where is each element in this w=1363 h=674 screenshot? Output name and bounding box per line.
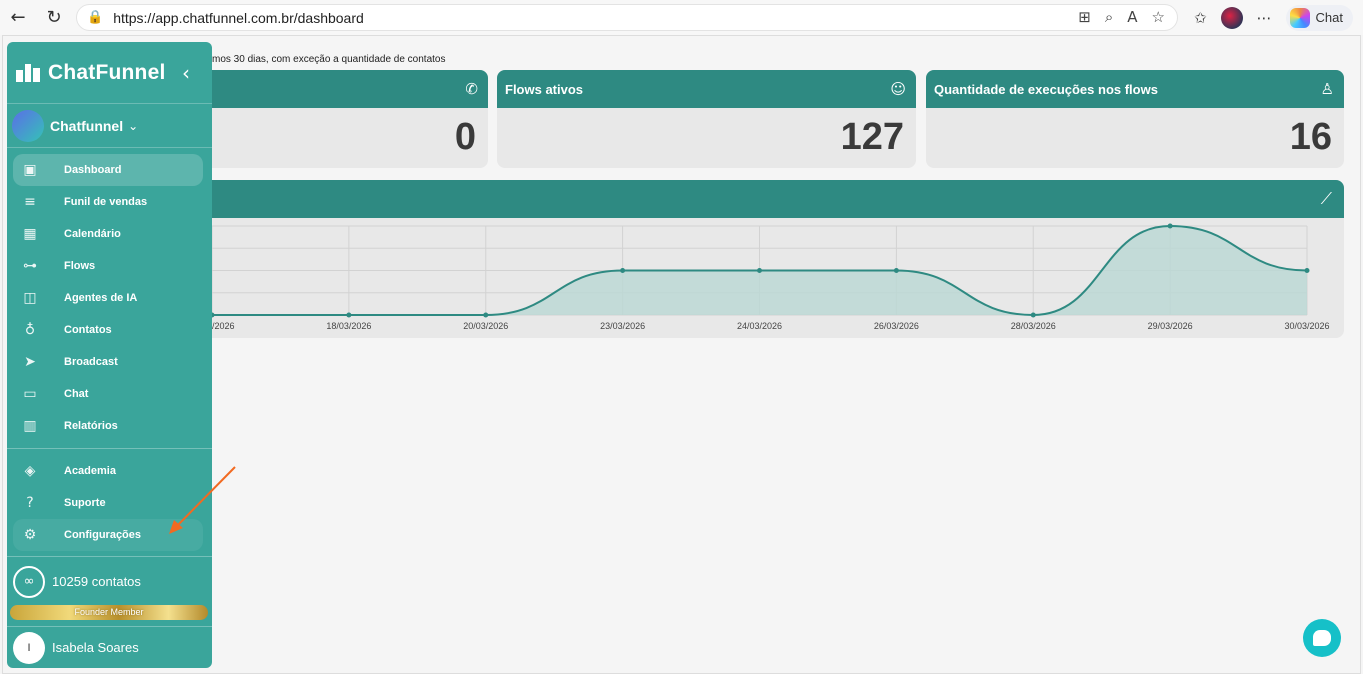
gear-icon: ⚙ [23,527,37,543]
robot-icon: ☺ [890,80,906,98]
x-tick-label: 29/03/2026 [1148,321,1193,331]
help-icon: ? [26,495,34,511]
sidebar-item-label: Contatos [64,324,112,336]
stat-title: Flows ativos [505,81,584,97]
chevron-down-icon: ⌄ [128,118,139,133]
reports-icon: ▥ [23,418,37,434]
stat-value: 16 [1289,116,1332,158]
chat-icon: ▭ [23,386,37,402]
funnel-icon: ≡ [24,194,36,210]
data-point [893,268,899,273]
favorites-icon[interactable]: ✩ [1194,9,1207,27]
sidebar: ChatFunnel ‹ Chatfunnel ⌄ ▣ Dashboard ≡ Fun… [7,42,212,668]
browser-toolbar: ← ↻ 🔒 https://app.chatfunnel.com.br/dash… [0,0,1363,35]
sidebar-item-funil-de-vendas[interactable]: ≡ Funil de vendas [13,186,203,218]
annotation-arrow [169,466,236,534]
main-menu: ▣ Dashboard ≡ Funil de vendas ▦ Calendário ⊶ Fl… [7,148,212,442]
chatfunnel-logo-icon [16,63,41,82]
sidebar-item-flows[interactable]: ⊶ Flows [13,250,203,282]
x-tick-label: 24/03/2026 [737,321,782,331]
x-tick-label: 30/03/2026 [1284,321,1329,331]
sidebar-item-label: Flows [64,260,96,272]
back-icon[interactable]: ← [0,0,36,35]
sidebar-item-dashboard[interactable]: ▣ Dashboard [13,154,203,186]
period-note: mos 30 dias, com exceção a quantidade de… [212,54,446,65]
flows-icon: ⊶ [23,258,37,274]
sidebar-item-calend-rio[interactable]: ▦ Calendário [13,218,203,250]
sidebar-item-broadcast[interactable]: ➤ Broadcast [13,346,203,378]
collapse-sidebar-icon[interactable]: ‹ [182,61,190,85]
lock-icon[interactable]: 🔒 [87,10,103,25]
stat-card-executions: Quantidade de execuções nos flows ♙ 16 [926,70,1344,168]
graduation-cap-icon: ◈ [24,463,36,479]
presentation-icon: ▣ [23,162,37,178]
data-point [1030,312,1036,318]
address-bar[interactable]: 🔒 https://app.chatfunnel.com.br/dashboar… [76,4,1178,31]
sidebar-item-agentes-de-ia[interactable]: ◫ Agentes de IA [13,282,203,314]
sidebar-item-label: Chat [64,388,89,400]
data-point [1304,268,1310,273]
read-aloud-icon[interactable]: A [1127,8,1137,26]
user-plus-icon: ♙ [1320,80,1334,98]
sidebar-item-label: Academia [64,465,116,477]
data-point [757,268,762,273]
stat-title: Quantidade de execuções nos flows [934,81,1158,97]
copilot-icon [1289,7,1310,28]
zoom-icon[interactable]: ⌕ [1105,8,1113,26]
phone-icon: ✆ [465,80,478,98]
sidebar-item-label: Relatórios [64,420,118,432]
sidebar-item-label: Agentes de IA [64,292,138,304]
sidebar-item-label: Suporte [64,497,106,509]
copilot-button[interactable]: Chat [1285,4,1353,31]
ai-agent-icon: ◫ [23,290,37,306]
x-tick-label: 18/03/2026 [326,321,371,331]
contacts-count: 10259 contatos [52,574,141,589]
x-tick-label: 23/03/2026 [600,321,645,331]
sidebar-item-label: Dashboard [64,164,122,176]
contacts-quota: ∞ 10259 contatos [7,556,212,606]
x-tick-label: 28/03/2026 [1011,321,1056,331]
calendar-icon: ▦ [23,226,37,242]
stat-card-flows: Flows ativos ☺ 127 [497,70,916,168]
data-point [620,268,626,273]
support-chat-button[interactable] [1303,619,1341,657]
brand-name: ChatFunnel [48,60,166,84]
user-profile[interactable]: I Isabela Soares [7,626,212,668]
x-tick-label: 20/03/2026 [463,321,508,331]
send-icon: ➤ [24,354,36,370]
brand: ChatFunnel ‹ [7,42,212,104]
workspace-name: Chatfunnel [50,117,124,134]
user-name: Isabela Soares [52,640,139,655]
executions-chart: 16/03/2026 18/03/2026 20/03/2026 23/03/2026… [150,223,1330,331]
sidebar-item-label: Broadcast [64,356,118,368]
sidebar-item-label: Funil de vendas [64,196,148,208]
data-point [483,312,489,318]
menu-divider [7,448,212,449]
reload-icon[interactable]: ↻ [36,0,72,35]
chat-bubble-icon [1313,630,1331,646]
executions-chart-card: ⟋ 16/03/2026 18/03/2026 20/03/2026 23/03/20… [150,180,1344,338]
infinity-icon: ∞ [13,565,45,598]
sidebar-item-chat[interactable]: ▭ Chat [13,378,203,410]
sidebar-item-relat-rios[interactable]: ▥ Relatórios [13,410,203,442]
data-point [346,312,352,318]
url-text[interactable]: https://app.chatfunnel.com.br/dashboard [113,10,364,26]
copilot-label: Chat [1315,10,1343,25]
favorite-star-icon[interactable]: ☆ [1152,8,1165,26]
sidebar-item-label: Configurações [64,529,142,541]
trend-icon: ⟋ [1320,189,1332,208]
more-icon[interactable]: ⋯ [1257,9,1272,27]
founder-badge: Founder Member [10,605,208,620]
sidebar-item-label: Calendário [64,228,121,240]
workspace-logo [12,109,44,142]
x-tick-label: 26/03/2026 [874,321,919,331]
profile-avatar[interactable] [1220,6,1243,29]
data-point [1167,223,1173,229]
workspace-selector[interactable]: Chatfunnel ⌄ [7,104,212,148]
sidebar-item-contatos[interactable]: ♁ Contatos [13,314,203,346]
contacts-icon: ♁ [24,322,36,338]
user-avatar: I [13,631,45,664]
app-grid-icon[interactable]: ⊞ [1078,8,1091,26]
stat-value: 127 [840,116,904,158]
